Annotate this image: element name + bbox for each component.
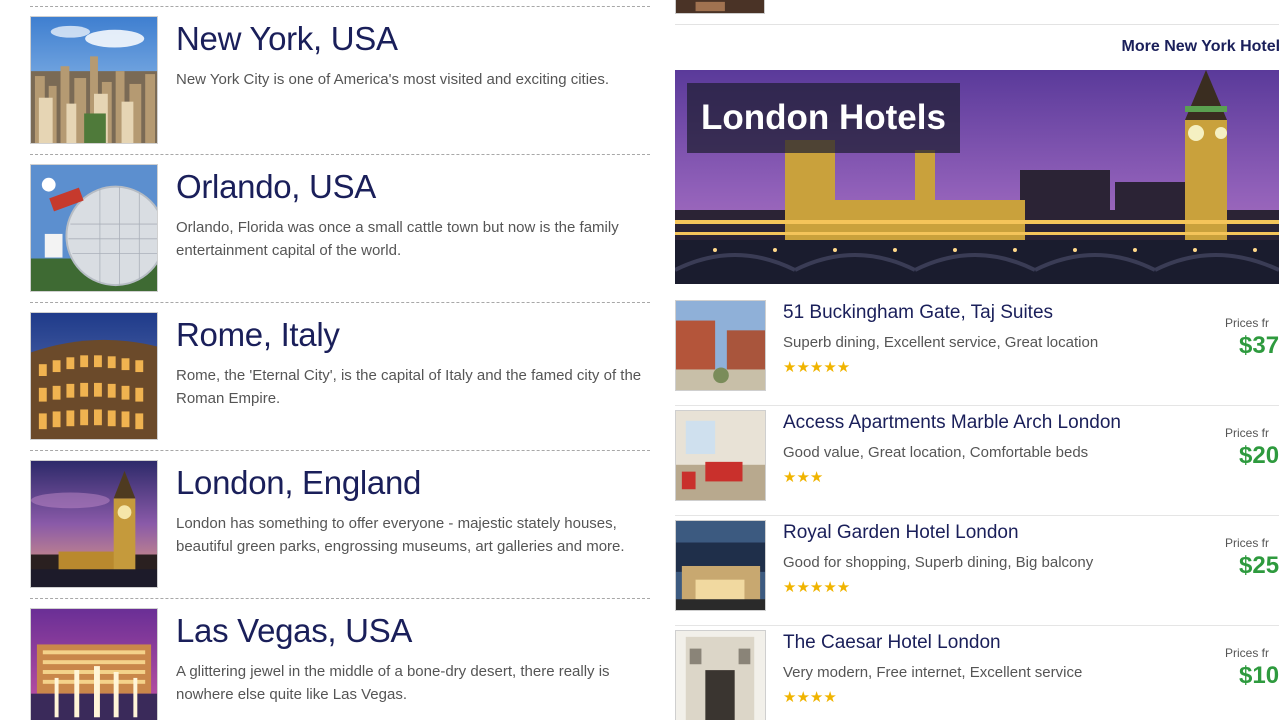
divider (30, 302, 650, 303)
colosseum-image[interactable] (30, 312, 158, 440)
destination-description: Rome, the 'Eternal City', is the capital… (176, 367, 642, 407)
star-rating: ★★★★★ (783, 359, 851, 376)
hotel-features: Superb dining, Excellent service, Great … (783, 334, 1099, 351)
star-rating: ★★★ (783, 469, 824, 486)
hotel-features: Good value, Great location, Comfortable … (783, 444, 1089, 461)
divider (30, 450, 650, 451)
price-label: Prices fr (1225, 426, 1270, 440)
destination-title[interactable]: Orlando, USA (176, 168, 376, 206)
hotel-image[interactable] (675, 630, 766, 720)
destination-description: Orlando, Florida was once a small cattle… (176, 219, 619, 259)
hotel-image[interactable] (675, 410, 766, 501)
price-value[interactable]: $25 (1239, 552, 1279, 580)
destination-title[interactable]: London, England (176, 464, 421, 502)
hotels-column: More New York Hotels London Hotels 51 Bu… (675, 0, 1279, 720)
destination-item[interactable]: New York, USA New York City is one of Am… (30, 6, 650, 154)
destination-title[interactable]: Rome, Italy (176, 316, 340, 354)
price-value[interactable]: $37 (1239, 332, 1279, 360)
divider (30, 6, 650, 7)
destination-title[interactable]: New York, USA (176, 20, 398, 58)
destination-description: A glittering jewel in the middle of a bo… (176, 663, 610, 703)
epcot-sphere-image[interactable] (30, 164, 158, 292)
destination-item[interactable]: London, England London has something to … (30, 450, 650, 598)
banner-title: London Hotels (687, 83, 960, 153)
hotel-features: Very modern, Free internet, Excellent se… (783, 664, 1083, 681)
hotel-image[interactable] (675, 520, 766, 611)
hotel-name[interactable]: 51 Buckingham Gate, Taj Suites (783, 302, 1053, 324)
star-rating: ★★★★★ (783, 579, 851, 596)
divider (30, 598, 650, 599)
price-value[interactable]: $20 (1239, 442, 1279, 470)
london-hotels-banner[interactable]: London Hotels (675, 70, 1279, 284)
star-rating: ★★★★ (783, 689, 837, 706)
hotel-listing[interactable]: 51 Buckingham Gate, Taj Suites Superb di… (675, 296, 1279, 406)
destination-title[interactable]: Las Vegas, USA (176, 612, 412, 650)
hotel-listing[interactable]: Access Apartments Marble Arch London Goo… (675, 406, 1279, 516)
hotel-features: Good for shopping, Superb dining, Big ba… (783, 554, 1094, 571)
destination-description: New York City is one of America's most v… (176, 71, 610, 88)
hotel-listing[interactable]: The Caesar Hotel London Very modern, Fre… (675, 626, 1279, 720)
hotel-name[interactable]: Royal Garden Hotel London (783, 522, 1019, 544)
hotel-listing[interactable]: Royal Garden Hotel London Good for shopp… (675, 516, 1279, 626)
price-value[interactable]: $10 (1239, 662, 1279, 690)
price-label: Prices fr (1225, 316, 1270, 330)
new-york-skyline-image[interactable] (30, 16, 158, 144)
destination-item[interactable]: Las Vegas, USA A glittering jewel in the… (30, 598, 650, 720)
hotel-name[interactable]: Access Apartments Marble Arch London (783, 412, 1121, 434)
destination-item[interactable]: Orlando, USA Orlando, Florida was once a… (30, 154, 650, 302)
previous-hotel-image[interactable] (675, 0, 765, 14)
hotel-name[interactable]: The Caesar Hotel London (783, 632, 1001, 654)
destinations-list: New York, USA New York City is one of Am… (30, 0, 650, 720)
price-label: Prices fr (1225, 536, 1270, 550)
hotel-image[interactable] (675, 300, 766, 391)
big-ben-image[interactable] (30, 460, 158, 588)
divider (675, 24, 1279, 25)
bellagio-fountains-image[interactable] (30, 608, 158, 720)
destination-item[interactable]: Rome, Italy Rome, the 'Eternal City', is… (30, 302, 650, 450)
more-new-york-hotels-link[interactable]: More New York Hotels (1122, 38, 1279, 56)
destination-description: London has something to offer everyone -… (176, 515, 625, 555)
price-label: Prices fr (1225, 646, 1270, 660)
divider (30, 154, 650, 155)
